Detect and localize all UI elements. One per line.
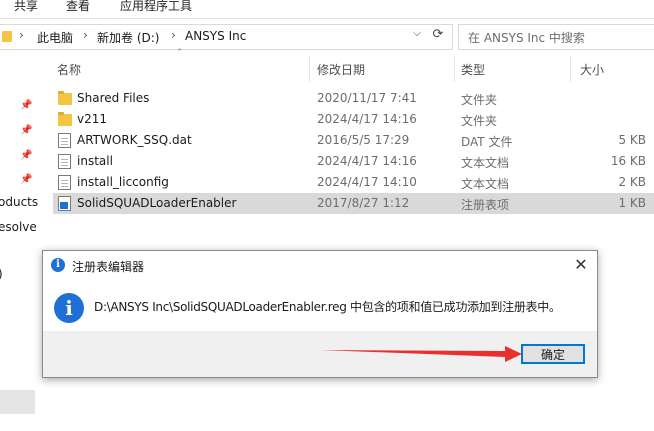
- breadcrumb-separator: ›: [19, 28, 24, 42]
- file-name: install_licconfig: [77, 175, 169, 189]
- info-icon: i: [54, 293, 84, 323]
- file-row[interactable]: Shared Files 2020/11/17 7:41 文件夹: [53, 88, 654, 109]
- text-file-icon: [58, 154, 71, 169]
- file-size: 5 KB: [618, 133, 646, 147]
- breadcrumb-separator: ›: [171, 28, 176, 42]
- address-bar[interactable]: › 此电脑 › 新加卷 (D:) › ANSYS Inc ⌵ ⟳: [0, 24, 453, 50]
- navigation-pane: 📌 📌 📌 📌 oducts esolve ): [0, 50, 40, 431]
- nav-item-resolve[interactable]: esolve: [0, 220, 37, 234]
- column-divider[interactable]: [309, 56, 310, 82]
- file-name: Shared Files: [77, 91, 150, 105]
- file-date: 2024/4/17 14:16: [317, 112, 417, 126]
- file-name: ARTWORK_SSQ.dat: [77, 133, 192, 147]
- file-row[interactable]: v211 2024/4/17 14:16 文件夹: [53, 109, 654, 130]
- ribbon-tab-app-tools[interactable]: 应用程序工具: [120, 0, 192, 14]
- file-date: 2020/11/17 7:41: [317, 91, 417, 105]
- ribbon-tabs: 共享 查看 应用程序工具: [0, 0, 654, 19]
- file-type: 文件夹: [461, 93, 498, 107]
- file-size: 2 KB: [618, 175, 646, 189]
- column-header-type[interactable]: 类型: [461, 61, 485, 78]
- column-divider[interactable]: [454, 56, 455, 82]
- folder-icon: [58, 91, 72, 105]
- ok-button[interactable]: 确定: [521, 344, 585, 364]
- file-name: SolidSQUADLoaderEnabler: [77, 196, 237, 210]
- column-header-name[interactable]: 名称: [57, 61, 81, 78]
- file-type: 文件夹: [461, 114, 498, 128]
- file-type: 文本文档: [461, 177, 510, 191]
- dialog-title: 注册表编辑器: [72, 260, 145, 274]
- sort-ascending-icon: ⌃: [176, 48, 184, 58]
- search-input[interactable]: 在 ANSYS Inc 中搜索: [458, 24, 654, 50]
- file-date: 2016/5/5 17:29: [317, 133, 410, 147]
- pin-icon[interactable]: 📌: [20, 125, 32, 136]
- nav-item-selected[interactable]: [0, 390, 35, 414]
- chevron-down-icon[interactable]: ⌵: [410, 28, 424, 44]
- file-icon: [58, 133, 71, 148]
- dialog-footer: [43, 331, 597, 377]
- column-header-date[interactable]: 修改日期: [317, 61, 365, 78]
- file-row[interactable]: ARTWORK_SSQ.dat 2016/5/5 17:29 DAT 文件 5 …: [53, 130, 654, 151]
- pin-icon[interactable]: 📌: [20, 100, 32, 111]
- close-icon[interactable]: ✕: [571, 255, 591, 275]
- file-type: 注册表项: [461, 198, 510, 212]
- ribbon-tab-view[interactable]: 查看: [66, 0, 90, 14]
- pin-icon[interactable]: 📌: [20, 150, 32, 161]
- breadcrumb-this-pc[interactable]: 此电脑: [37, 29, 73, 46]
- registry-editor-dialog: i 注册表编辑器 ✕ i D:\ANSYS Inc\SolidSQUADLoad…: [42, 250, 598, 378]
- search-placeholder: 在 ANSYS Inc 中搜索: [468, 31, 585, 45]
- file-date: 2024/4/17 14:16: [317, 154, 417, 168]
- folder-icon: [58, 112, 72, 126]
- nav-item-partial[interactable]: ): [0, 267, 3, 281]
- file-type: DAT 文件: [461, 135, 513, 149]
- breadcrumb-separator: ›: [83, 28, 88, 42]
- folder-icon: [2, 31, 12, 42]
- file-date: 2017/8/27 1:12: [317, 196, 410, 210]
- column-header-size[interactable]: 大小: [580, 61, 604, 78]
- file-size: 16 KB: [610, 154, 646, 168]
- file-row-selected[interactable]: SolidSQUADLoaderEnabler 2017/8/27 1:12 注…: [53, 193, 654, 214]
- dialog-message: D:\ANSYS Inc\SolidSQUADLoaderEnabler.reg…: [94, 300, 561, 314]
- file-row[interactable]: install_licconfig 2024/4/17 14:10 文本文档 2…: [53, 172, 654, 193]
- breadcrumb-drive-d[interactable]: 新加卷 (D:): [97, 29, 159, 46]
- pin-icon[interactable]: 📌: [20, 174, 32, 185]
- file-size: 1 KB: [618, 196, 646, 210]
- registry-file-icon: [58, 196, 71, 211]
- ribbon-tab-share[interactable]: 共享: [14, 0, 38, 14]
- breadcrumb-ansys-inc[interactable]: ANSYS Inc: [185, 29, 246, 43]
- file-type: 文本文档: [461, 156, 510, 170]
- nav-item-products[interactable]: oducts: [0, 195, 38, 209]
- file-row[interactable]: install 2024/4/17 14:16 文本文档 16 KB: [53, 151, 654, 172]
- column-divider[interactable]: [570, 56, 571, 82]
- text-file-icon: [58, 175, 71, 190]
- refresh-icon[interactable]: ⟳: [430, 27, 446, 45]
- file-name: install: [77, 154, 113, 168]
- info-icon: i: [51, 258, 65, 272]
- file-date: 2024/4/17 14:10: [317, 175, 417, 189]
- file-name: v211: [77, 112, 108, 126]
